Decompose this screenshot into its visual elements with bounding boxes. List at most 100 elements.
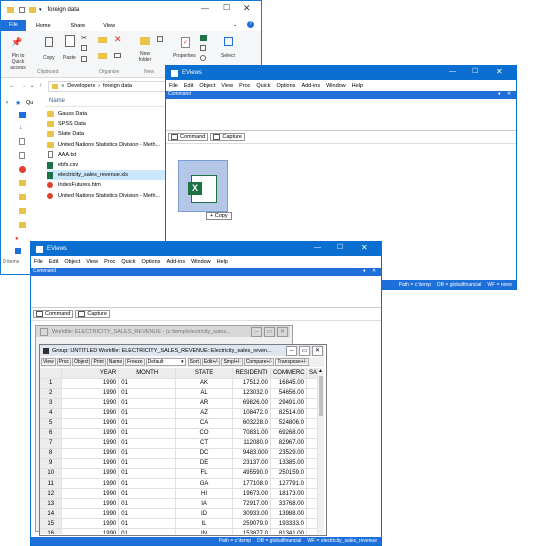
downloads-icon[interactable]: ↓	[19, 124, 23, 131]
folder-icon[interactable]	[19, 222, 26, 228]
toolbar-proc-button[interactable]: Proc	[56, 358, 72, 366]
rename-icon[interactable]	[114, 53, 121, 58]
table-cell[interactable]: 18173.00	[270, 488, 307, 500]
menu-object[interactable]: Object	[64, 259, 80, 265]
nav-item-truncated[interactable]: Qu	[26, 100, 33, 106]
forward-arrow-icon[interactable]: →	[21, 83, 27, 89]
column-header[interactable]: SAL	[306, 368, 318, 379]
menu-window[interactable]: Window	[326, 83, 346, 89]
table-cell[interactable]: 17512.00	[232, 378, 271, 389]
table-cell[interactable]: 1990	[61, 478, 120, 490]
menu-help[interactable]: Help	[352, 83, 363, 89]
command-input[interactable]	[31, 276, 381, 308]
table-cell[interactable]	[306, 448, 318, 459]
select-button[interactable]: Select	[221, 53, 235, 59]
table-cell[interactable]: CO	[175, 428, 233, 439]
display-format-dropdown[interactable]: Default ▾	[145, 358, 186, 366]
table-cell[interactable]: HI	[175, 488, 233, 500]
close-icon[interactable]: ✕	[507, 91, 511, 97]
table-cell[interactable]: 01	[118, 448, 177, 459]
tab-command[interactable]: Command	[168, 132, 209, 141]
tab-file[interactable]: File	[1, 20, 26, 31]
table-cell[interactable]	[306, 518, 318, 530]
table-cell[interactable]: 01	[118, 478, 177, 490]
table-row[interactable]: 11 1990 01 GA 177108.0 127791.0	[40, 478, 318, 490]
save-icon[interactable]	[19, 7, 25, 13]
table-cell[interactable]: 1990	[61, 428, 120, 439]
table-cell[interactable]	[306, 458, 318, 469]
table-cell[interactable]	[306, 478, 318, 490]
paste-shortcut-icon[interactable]	[81, 56, 87, 62]
table-cell[interactable]	[306, 528, 318, 534]
onedrive-icon[interactable]: ●	[15, 236, 19, 242]
folder-icon[interactable]	[19, 208, 26, 214]
table-cell[interactable]: 1990	[61, 398, 120, 409]
toolbar-edit-button[interactable]: Edit+/-	[201, 358, 221, 366]
table-cell[interactable]: 1990	[61, 378, 120, 389]
breadcrumb-overflow[interactable]: «	[61, 83, 64, 89]
table-cell[interactable]	[306, 488, 318, 500]
table-cell[interactable]: 01	[118, 518, 177, 530]
table-cell[interactable]: 13385.00	[270, 458, 307, 469]
table-cell[interactable]: 112080.0	[232, 438, 271, 449]
properties-button[interactable]: Properties	[173, 53, 196, 59]
table-row[interactable]: 14 1990 01 ID 30933.00 13988.00	[40, 508, 318, 520]
table-cell[interactable]: 01	[118, 428, 177, 439]
maximize-button[interactable]: ☐	[472, 67, 478, 75]
table-cell[interactable]: ID	[175, 508, 233, 520]
toolbar-smpl-button[interactable]: Smpl+/-	[221, 358, 243, 366]
table-cell[interactable]: 1990	[61, 508, 120, 520]
pictures-icon[interactable]	[19, 152, 25, 159]
table-cell[interactable]	[306, 498, 318, 510]
column-header[interactable]: COMMERC	[270, 368, 307, 379]
maximize-button[interactable]: ☐	[223, 3, 230, 12]
up-arrow-icon[interactable]: ↑	[39, 83, 42, 89]
menu-edit[interactable]: Edit	[184, 83, 193, 89]
tab-command[interactable]: Command	[33, 309, 74, 318]
table-cell[interactable]: 1990	[61, 518, 120, 530]
maximize-button[interactable]: ▭	[299, 346, 310, 356]
dropdown-icon[interactable]: ▾	[39, 7, 42, 13]
table-cell[interactable]: 108472.0	[232, 408, 271, 419]
column-header[interactable]: MONTH	[118, 368, 177, 379]
menu-help[interactable]: Help	[217, 259, 228, 265]
table-cell[interactable]: 82514.00	[270, 408, 307, 419]
table-cell[interactable]: 33768.00	[270, 498, 307, 510]
documents-icon[interactable]	[19, 138, 25, 145]
column-header[interactable]: STATE	[175, 368, 233, 379]
column-header[interactable]: RESIDENTI	[232, 368, 271, 379]
table-cell[interactable]: 1990	[61, 528, 120, 534]
toolbar-sort-button[interactable]: Sort	[187, 358, 201, 366]
toolbar-compare-button[interactable]: Compare+/-	[243, 358, 275, 366]
tab-home[interactable]: Home	[26, 23, 61, 29]
table-cell[interactable]: 495590.0	[232, 468, 271, 480]
table-cell[interactable]: AZ	[175, 408, 233, 419]
table-cell[interactable]	[306, 418, 318, 429]
menu-quick[interactable]: Quick	[256, 83, 270, 89]
vertical-scrollbar[interactable]: ▲	[318, 368, 324, 534]
table-cell[interactable]: AR	[175, 398, 233, 409]
properties-icon[interactable]: ✓	[181, 37, 190, 48]
open-excel-icon[interactable]	[200, 35, 207, 41]
table-cell[interactable]: 29491.00	[270, 398, 307, 409]
table-cell[interactable]	[306, 508, 318, 520]
table-cell[interactable]	[306, 438, 318, 449]
table-row[interactable]: 15 1990 01 IL 259079.0 193333.0	[40, 518, 318, 530]
recent-chevron-icon[interactable]: ⌄	[30, 83, 34, 89]
quick-access-star-icon[interactable]: ★	[15, 99, 21, 107]
table-row[interactable]: 8 1990 01 DC 9483.000 23529.00	[40, 448, 318, 459]
table-cell[interactable]: 153877.0	[232, 528, 271, 534]
toolbar-transpose-button[interactable]: Transpose+/-	[275, 358, 309, 366]
delete-icon[interactable]: ✕	[114, 34, 122, 45]
table-row[interactable]: 7 1990 01 CT 112080.0 82967.00	[40, 438, 318, 449]
table-cell[interactable]: IL	[175, 518, 233, 530]
table-cell[interactable]: 193333.0	[270, 518, 307, 530]
table-row[interactable]: 1 1990 01 AK 17512.00 16845.00	[40, 378, 318, 389]
copy-to-icon[interactable]	[98, 53, 107, 59]
toolbar-print-button[interactable]: Print	[91, 358, 106, 366]
table-cell[interactable]: 1990	[61, 488, 120, 500]
table-row[interactable]: 12 1990 01 HI 19673.00 18173.00	[40, 488, 318, 500]
table-cell[interactable]: 69268.00	[270, 428, 307, 439]
table-cell[interactable]: DE	[175, 458, 233, 469]
folder-icon[interactable]	[29, 7, 36, 13]
